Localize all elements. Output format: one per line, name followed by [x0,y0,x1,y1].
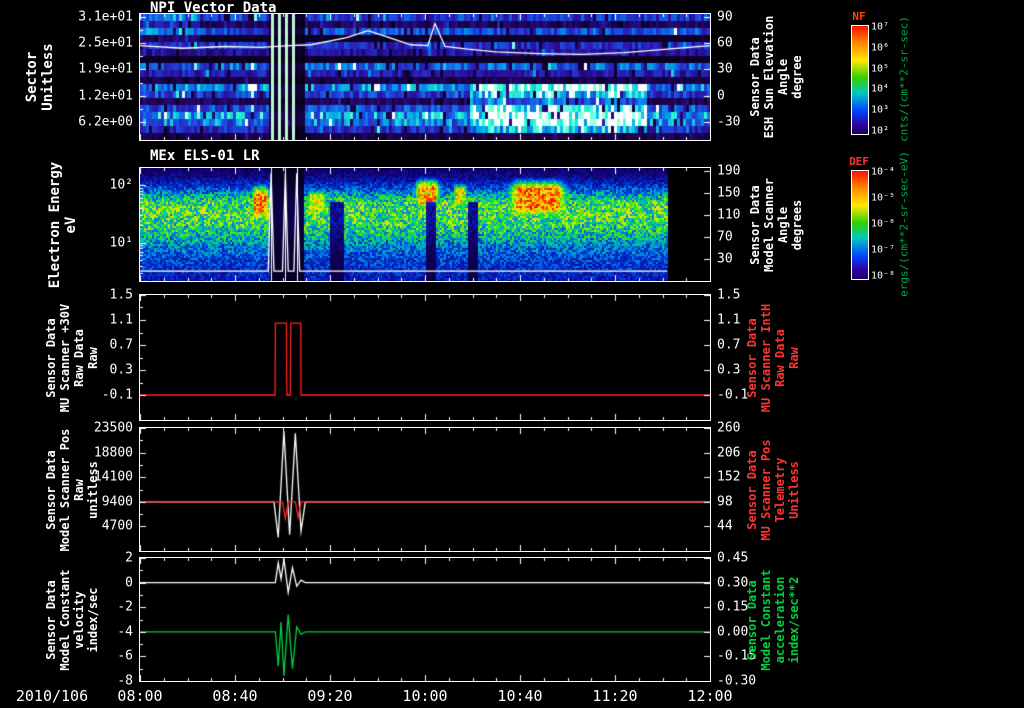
colorbar-tick-label: 10⁻⁷ [871,244,896,256]
left-tick-label: 0.7 [109,337,133,353]
right-tick-label: 206 [717,445,741,461]
left-axis-label-4-line: Sensor Data [44,579,58,660]
right-tick-label: 90 [717,9,733,25]
panel-title-els: MEx ELS-01 LR [150,148,260,164]
colorbar-1 [851,170,869,280]
colorbar-tick-label: 10⁵ [871,63,890,75]
right-tick-label: 150 [717,185,741,201]
panel-canvas-0 [140,14,710,140]
panel-canvas-3 [140,428,710,551]
left-tick-label: 1.2e+01 [78,88,133,104]
left-tick-label: 0 [125,575,133,591]
right-tick-label: 30 [717,61,733,77]
time-tick-label: 08:40 [212,687,258,705]
left-tick-label: 4700 [101,518,133,534]
colorbar-units-1: ergs/(cm**2-sr-sec-eV) [898,139,911,309]
left-axis-label-0-line: Unitless [40,43,56,111]
panel-canvas-2 [140,295,710,420]
left-tick-label: 1.9e+01 [78,61,133,77]
right-tick-label: 110 [717,207,741,223]
right-axis-label-0: Sensor Data ESH Sun Elevation Angle degree [748,0,804,160]
left-axis-label-4-line: index/sec [86,586,100,653]
left-tick-label: 2.5e+01 [78,35,133,51]
colorbar-tick-label: 10³ [871,104,890,116]
time-tick-label: 09:20 [307,687,353,705]
right-tick-label: 0.30 [717,575,749,591]
right-tick-label: 0 [717,88,725,104]
left-tick-label: -6 [117,648,133,664]
left-tick-label: 9400 [101,494,133,510]
right-axis-label-4-line: Sensor Data [745,579,759,660]
colorbar-tick-label: 10⁻⁸ [871,270,896,282]
right-axis-label-0-line: Angle [776,58,790,96]
right-tick-label: 1.5 [717,287,741,303]
panel-canvas-1 [140,168,710,281]
left-axis-label-4-line: velocity [72,590,86,649]
colorbar-title: NF [852,10,866,23]
time-tick-label: 10:40 [497,687,543,705]
right-tick-label: 30 [717,251,733,267]
right-tick-label: -30 [717,114,741,130]
time-tick-label: 12:00 [687,687,733,705]
right-tick-label: 152 [717,469,741,485]
left-axis-label-0: Sector Unitless [24,0,56,160]
colorbar-tick-label: 10⁻⁵ [871,192,896,204]
colorbar-tick-label: 10⁴ [871,83,890,95]
colorbar-tick-label: 10⁻⁴ [871,166,896,178]
left-tick-label: -2 [117,599,133,615]
right-tick-label: 0.45 [717,550,749,566]
colorbar-tick-label: 10² [871,125,890,137]
colorbar-tick-label: 10⁶ [871,42,890,54]
left-tick-label: 3.1e+01 [78,9,133,25]
right-tick-label: 44 [717,518,733,534]
right-axis-label-0-line: Sensor Data [748,37,762,117]
right-tick-label: 190 [717,163,741,179]
colorbar-0 [851,25,869,135]
left-tick-label: 10¹ [109,235,133,251]
left-axis-label-4: Sensor Data Model Constant velocity index/s… [44,538,100,701]
right-tick-label: -0.1 [717,387,749,403]
left-tick-label: 10² [109,177,133,193]
left-tick-label: 2 [125,550,133,566]
right-axis-label-4-line: index/sec**2 [787,576,801,663]
left-tick-label: 1.5 [109,287,133,303]
right-tick-label: 1.1 [717,312,741,328]
right-axis-label-0-line: degree [790,55,804,99]
panel-canvas-4 [140,558,710,681]
left-axis-label-4-line: Model Constant [58,568,72,671]
right-axis-label-4-line: Model Constant [759,568,773,671]
left-tick-label: 0.3 [109,362,133,378]
left-tick-label: 1.1 [109,312,133,328]
right-tick-label: 0.00 [717,624,749,640]
time-tick-label: 10:00 [402,687,448,705]
right-tick-label: 98 [717,494,733,510]
colorbar-tick-label: 10⁻⁶ [871,218,896,230]
colorbar-tick-label: 10⁷ [871,21,890,33]
right-tick-label: 0.15 [717,599,749,615]
left-tick-label: -4 [117,624,133,640]
left-axis-label-0-line: Sector [24,51,40,103]
right-tick-label: 0.7 [717,337,741,353]
right-tick-label: 60 [717,35,733,51]
time-tick-label: 11:20 [592,687,638,705]
colorbar-title: DEF [849,155,869,168]
right-tick-label: 0.3 [717,362,741,378]
time-tick-label: 08:00 [117,687,163,705]
colorbar-units-1-line: ergs/(cm**2-sr-sec-eV) [897,151,911,297]
tplot-figure: NPI Vector Data MEx ELS-01 LR 2010/106 3… [0,0,1024,708]
left-tick-label: 6.2e+00 [78,114,133,130]
right-axis-label-4-line: acceleration [773,576,787,663]
left-tick-label: -0.1 [101,387,133,403]
right-tick-label: 260 [717,420,741,436]
right-tick-label: 70 [717,229,733,245]
right-axis-label-4: Sensor Data Model Constant acceleration ind… [745,538,801,701]
right-axis-label-0-line: ESH Sun Elevation [762,15,776,139]
